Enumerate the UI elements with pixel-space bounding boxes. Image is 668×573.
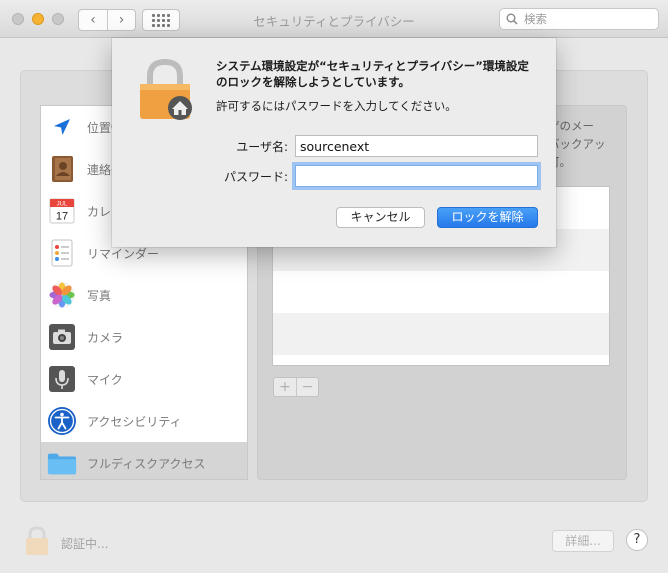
sidebar-item-label: アクセシビリティ [87, 414, 182, 429]
list-item [273, 271, 609, 313]
add-remove-controls: + − [273, 377, 319, 397]
microphone-icon [47, 364, 77, 394]
password-label: パスワード: [223, 170, 288, 184]
search-field[interactable]: 検索 [499, 8, 659, 30]
dialog-title: システム環境設定が“セキュリティとプライバシー”環境設定 のロックを解除しようと… [216, 59, 529, 89]
add-app-button[interactable]: + [274, 378, 296, 396]
username-field[interactable] [295, 135, 538, 157]
cancel-button[interactable]: キャンセル [336, 207, 425, 228]
accessibility-icon [47, 406, 77, 436]
sidebar-item-label: フルディスクアクセス [87, 456, 206, 471]
contacts-book-icon [47, 154, 77, 184]
list-item [273, 313, 609, 355]
lock-icon [138, 58, 196, 125]
help-button[interactable]: ? [626, 529, 648, 551]
access-description: ザのメー バックアッ 可。 [548, 119, 606, 169]
password-field[interactable] [295, 165, 538, 187]
unlock-button[interactable]: ロックを解除 [437, 207, 538, 228]
sidebar-item-full-disk-access[interactable]: フルディスクアクセス [41, 442, 247, 479]
calendar-day: 17 [56, 211, 68, 223]
username-label: ユーザ名: [236, 140, 288, 154]
lock-icon[interactable] [24, 526, 50, 559]
calendar-icon: JUL 17 [47, 196, 77, 226]
sidebar-item-label: カメラ [87, 330, 124, 345]
sidebar-item-microphone[interactable]: マイク [41, 358, 247, 400]
sidebar-item-accessibility[interactable]: アクセシビリティ [41, 400, 247, 442]
folder-icon [47, 448, 77, 478]
details-button[interactable]: 詳細... [552, 530, 614, 552]
title-bar: ‹ › セキュリティとプライバシー 検索 [0, 0, 668, 38]
calendar-month: JUL [57, 202, 68, 208]
reminders-icon [47, 238, 77, 268]
search-placeholder: 検索 [524, 12, 547, 26]
sidebar-item-photos[interactable]: 写真 [41, 274, 247, 316]
remove-app-button[interactable]: − [296, 378, 318, 396]
sidebar-item-label: マイク [87, 372, 123, 387]
sidebar-item-camera[interactable]: カメラ [41, 316, 247, 358]
search-icon [506, 13, 518, 25]
location-arrow-icon [47, 112, 77, 142]
sidebar-item-label: 写真 [87, 288, 112, 303]
photos-icon [47, 280, 77, 310]
auth-status: 認証中... [61, 537, 109, 551]
sidebar-item-label: リマインダー [87, 246, 160, 261]
dialog-subtitle: 許可するにはパスワードを入力してください。 [216, 99, 457, 113]
camera-icon [47, 322, 77, 352]
